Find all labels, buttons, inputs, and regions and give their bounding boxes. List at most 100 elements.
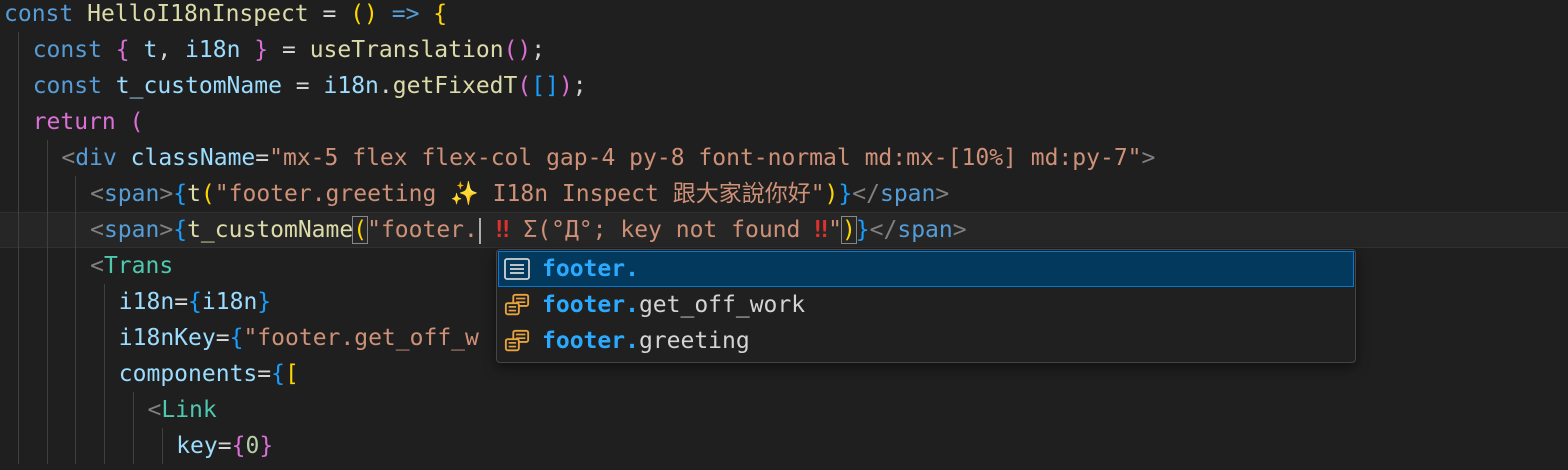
indent-guide	[46, 392, 48, 428]
code-token: }	[838, 181, 853, 207]
indent-guide	[75, 320, 77, 356]
code-token: <	[61, 145, 76, 171]
indent-guide	[104, 320, 106, 356]
code-token: )	[840, 216, 857, 244]
code-text: <Trans	[90, 248, 173, 284]
suggestion-widget[interactable]: footer. footer.get_off_work footer.greetin…	[496, 249, 1356, 363]
code-token: getFixedT	[392, 73, 518, 99]
indent-guide	[46, 140, 48, 176]
code-text: return (	[33, 104, 144, 140]
code-token: "footer.get_off_w	[243, 325, 479, 351]
code-token: []	[531, 73, 559, 99]
indent-guide	[46, 176, 48, 212]
code-text: i18n={i18n}	[119, 284, 271, 320]
code-token: (	[129, 109, 144, 135]
code-token: }	[240, 37, 269, 63]
indent-guide	[75, 248, 77, 284]
suggestion-rest: greeting	[638, 328, 750, 354]
code-line[interactable]: <Link	[0, 392, 1568, 428]
code-token: ‼	[481, 217, 524, 243]
indent-guide	[18, 284, 19, 320]
code-token: {	[115, 37, 144, 63]
code-text: <span>{t("footer.greeting ✨ I18n Inspect…	[90, 176, 949, 212]
indent-guide	[75, 284, 77, 320]
code-line[interactable]: const HelloI18nInspect = () => {	[0, 0, 1568, 32]
code-token: >	[159, 181, 174, 207]
code-token: </	[852, 181, 880, 207]
code-token: ()	[350, 1, 378, 27]
code-token: t_customName	[187, 217, 354, 243]
indent-guide	[75, 176, 77, 212]
code-line[interactable]: return (	[0, 104, 1568, 140]
code-token: ,	[157, 37, 186, 63]
indent-guide	[104, 428, 106, 464]
code-token: {	[229, 325, 244, 351]
code-text: const { t, i18n } = useTranslation();	[33, 32, 545, 68]
code-line[interactable]: <span>{t("footer.greeting ✨ I18n Inspect…	[0, 176, 1568, 212]
code-token: (	[352, 216, 369, 244]
code-token: {	[173, 217, 188, 243]
reference-icon	[504, 292, 530, 318]
code-token: <	[90, 217, 104, 243]
code-token: <	[147, 397, 162, 423]
suggestion-item[interactable]: footer.greeting	[498, 323, 1354, 359]
text-cursor	[478, 217, 481, 244]
indent-guide	[18, 392, 19, 428]
code-token: =	[255, 145, 270, 171]
code-token: )	[824, 181, 839, 207]
indent-guide	[18, 32, 19, 68]
code-token: }	[259, 433, 274, 459]
indent-guide	[18, 248, 19, 284]
code-token: <	[90, 181, 104, 207]
reference-icon	[504, 328, 530, 354]
indent-guide	[46, 284, 48, 320]
code-line[interactable]: <span>{t_customName("footer. ‼ Σ(°Д°; ke…	[0, 212, 1568, 248]
code-token: ;	[572, 73, 587, 99]
suggestion-label: footer.get_off_work	[542, 287, 805, 323]
code-token: className	[116, 145, 256, 171]
code-token: useTranslation	[309, 37, 504, 63]
suggestion-match: footer.	[542, 328, 639, 354]
code-token: Trans	[103, 253, 174, 279]
code-token: const	[32, 37, 116, 63]
suggestion-label: footer.	[542, 251, 639, 287]
code-token: =	[308, 1, 351, 27]
code-token: "	[828, 217, 842, 243]
indent-guide	[18, 68, 19, 104]
suggestion-item[interactable]: footer.	[498, 251, 1354, 287]
code-text: <div className="mx-5 flex flex-col gap-4…	[61, 140, 1155, 176]
code-line[interactable]: key={0}	[0, 428, 1568, 464]
code-line[interactable]: const t_customName = i18n.getFixedT([]);	[0, 68, 1568, 104]
code-token: =	[268, 37, 310, 63]
code-token: "footer.greeting	[214, 181, 451, 207]
code-token: Σ(°Д°; key not found	[523, 217, 815, 243]
indent-guide	[132, 428, 134, 464]
code-token: Link	[161, 397, 217, 423]
code-text: i18nKey={"footer.get_off_w	[119, 320, 479, 356]
code-token: span	[103, 217, 160, 243]
code-editor[interactable]: const HelloI18nInspect = () => {const { …	[0, 0, 1568, 470]
suggestion-item[interactable]: footer.get_off_work	[498, 287, 1354, 323]
code-token: return	[32, 109, 130, 135]
code-token: =>	[377, 1, 434, 27]
code-token: =	[257, 361, 272, 387]
code-text: key={0}	[176, 428, 273, 464]
code-token: .	[378, 73, 393, 99]
code-token: >	[935, 181, 950, 207]
code-line[interactable]: <div className="mx-5 flex flex-col gap-4…	[0, 140, 1568, 176]
code-token: "footer.	[367, 217, 478, 243]
code-text: components={[	[119, 356, 299, 392]
code-text: <span>{t_customName("footer. ‼ Σ(°Д°; ke…	[90, 212, 967, 248]
indent-guide	[104, 284, 106, 320]
code-token: {	[271, 361, 285, 387]
suggestion-label: footer.greeting	[542, 323, 750, 359]
indent-guide	[46, 428, 48, 464]
code-line[interactable]: const { t, i18n } = useTranslation();	[0, 32, 1568, 68]
code-token: t	[143, 37, 158, 63]
code-token: (	[200, 181, 215, 207]
indent-guide	[18, 176, 19, 212]
indent-guide	[18, 140, 19, 176]
indent-guide	[46, 356, 48, 392]
code-token: I18n Inspect 跟大家說你好"	[478, 181, 825, 207]
indent-guide	[46, 212, 48, 248]
